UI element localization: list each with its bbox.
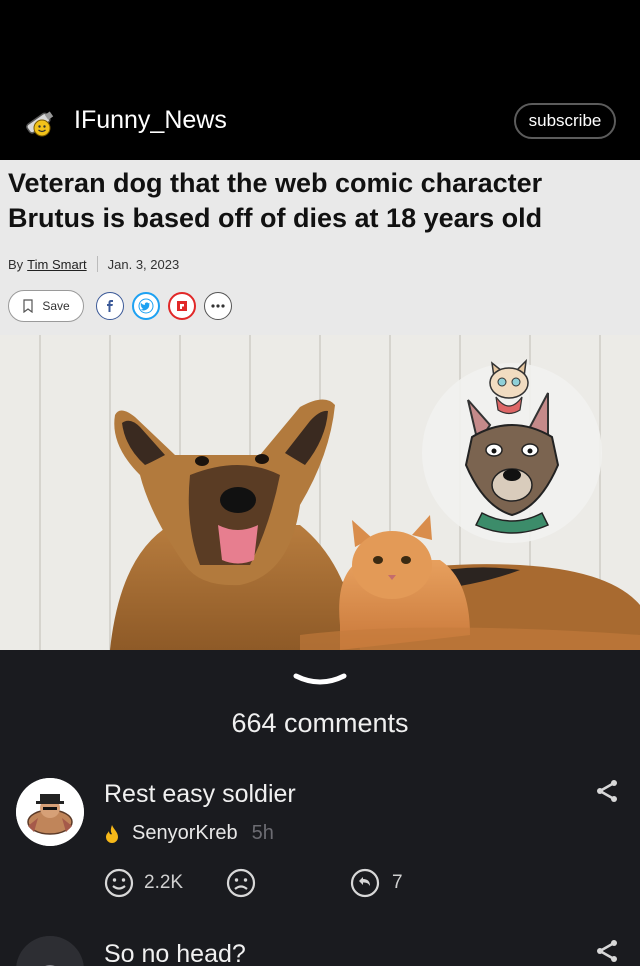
author-link[interactable]: Tim Smart: [27, 257, 86, 272]
facebook-share-icon[interactable]: [96, 292, 124, 320]
channel-name[interactable]: IFunny_News: [74, 106, 227, 135]
more-share-options-icon[interactable]: [204, 292, 232, 320]
frown-icon: [226, 868, 256, 898]
byline: By Tim Smart Jan. 3, 2023: [8, 256, 179, 272]
save-label: Save: [42, 299, 70, 313]
publish-date: Jan. 3, 2023: [107, 256, 180, 272]
share-icon[interactable]: [594, 938, 620, 966]
article-photo[interactable]: [0, 335, 640, 650]
comment-time: 5h: [251, 822, 274, 844]
save-button[interactable]: Save: [8, 290, 84, 322]
avatar[interactable]: [16, 936, 84, 966]
subscribe-button[interactable]: subscribe: [514, 103, 616, 139]
flipboard-share-icon[interactable]: [168, 292, 196, 320]
share-icon[interactable]: [594, 778, 620, 809]
collapse-chevron-icon[interactable]: [292, 672, 348, 693]
comment-text: Rest easy soldier: [104, 780, 296, 808]
comment-count: 664 comments: [231, 708, 409, 738]
reply-reaction[interactable]: 7: [350, 868, 403, 898]
article-card[interactable]: Veteran dog that the web comic character…: [0, 160, 640, 650]
like-reaction[interactable]: 2.2K: [104, 868, 183, 898]
byline-prefix: By: [8, 256, 24, 272]
smile-icon: [104, 868, 134, 898]
channel-avatar-icon[interactable]: [22, 104, 58, 140]
comment-author[interactable]: SenyorKreb: [132, 822, 238, 845]
flame-icon: [106, 824, 118, 843]
dislike-reaction[interactable]: [226, 868, 256, 898]
like-count: 2.2K: [144, 872, 184, 893]
avatar[interactable]: [16, 778, 84, 846]
comments-panel: 664 comments Rest easy soldier SenyorKre…: [0, 650, 640, 966]
article-headline: Veteran dog that the web comic character…: [8, 168, 543, 233]
comment-meta: SenyorKreb 5h: [104, 822, 274, 845]
comment-text: So no head?: [104, 940, 246, 966]
byline-divider: [96, 256, 98, 272]
article-actions: Save: [8, 290, 240, 322]
reply-icon: [350, 868, 380, 898]
top-bar: IFunny_News subscribe: [0, 0, 640, 160]
twitter-share-icon[interactable]: [132, 292, 160, 320]
bookmark-icon: [23, 299, 33, 313]
reply-count: 7: [392, 872, 403, 893]
